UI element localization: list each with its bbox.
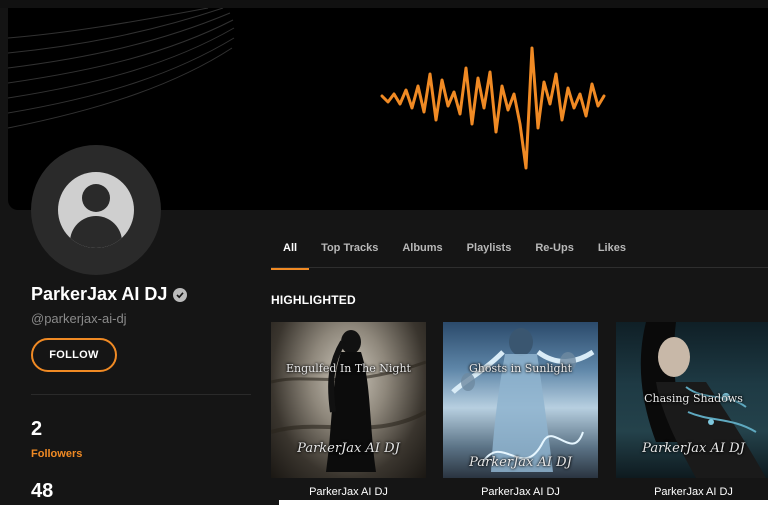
cover-artist: ParkerJax AI DJ [297,441,400,456]
tab-re-ups[interactable]: Re-Ups [523,232,586,268]
profile-name-text: ParkerJax AI DJ [31,284,168,304]
highlighted-heading: HIGHLIGHTED [271,293,356,307]
tab-albums[interactable]: Albums [390,232,454,268]
tab-likes[interactable]: Likes [586,232,638,268]
card-artist-link[interactable]: ParkerJax AI DJ [616,486,768,498]
highlighted-card[interactable]: Ghosts in Sunlight ParkerJax AI DJ Parke… [443,322,598,498]
top-bar [0,0,768,8]
profile-handle: @parkerjax-ai-dj [31,311,127,326]
followers-count: 2 [31,418,43,440]
divider [31,394,251,395]
followers-label[interactable]: Followers [31,448,82,460]
cover-title: Ghosts in Sunlight [468,362,573,375]
second-stat-count: 48 [31,480,54,502]
tab-top-tracks[interactable]: Top Tracks [309,232,390,268]
cover-art[interactable]: Engulfed In The Night ParkerJax AI DJ [271,322,426,478]
cover-title: Engulfed In The Night [286,362,411,375]
card-artist-link[interactable]: ParkerJax AI DJ [271,486,426,498]
cover-artist: ParkerJax AI DJ [642,441,745,456]
banner-contour-lines [8,8,235,129]
tab-playlists[interactable]: Playlists [455,232,524,268]
tabs-divider [271,267,768,268]
profile-tabs: All Top Tracks Albums Playlists Re-Ups L… [271,232,638,270]
highlighted-card[interactable]: Chasing Shadows ParkerJax AI DJ ParkerJa… [616,322,768,498]
profile-name: ParkerJax AI DJ [31,284,188,305]
cover-art[interactable]: Ghosts in Sunlight ParkerJax AI DJ [443,322,598,478]
card-artist-link[interactable]: ParkerJax AI DJ [443,486,598,498]
profile-avatar [31,145,161,275]
cover-art[interactable]: Chasing Shadows ParkerJax AI DJ [616,322,768,478]
verified-check-icon [173,287,188,302]
waveform-logo [380,46,606,170]
highlighted-card[interactable]: Engulfed In The Night ParkerJax AI DJ Pa… [271,322,426,498]
cover-artist: ParkerJax AI DJ [469,455,572,470]
follow-button[interactable]: FOLLOW [31,338,117,372]
tab-all[interactable]: All [271,232,310,270]
cover-title: Chasing Shadows [644,392,743,405]
default-avatar-icon [58,172,134,248]
bottom-strip [279,500,768,505]
